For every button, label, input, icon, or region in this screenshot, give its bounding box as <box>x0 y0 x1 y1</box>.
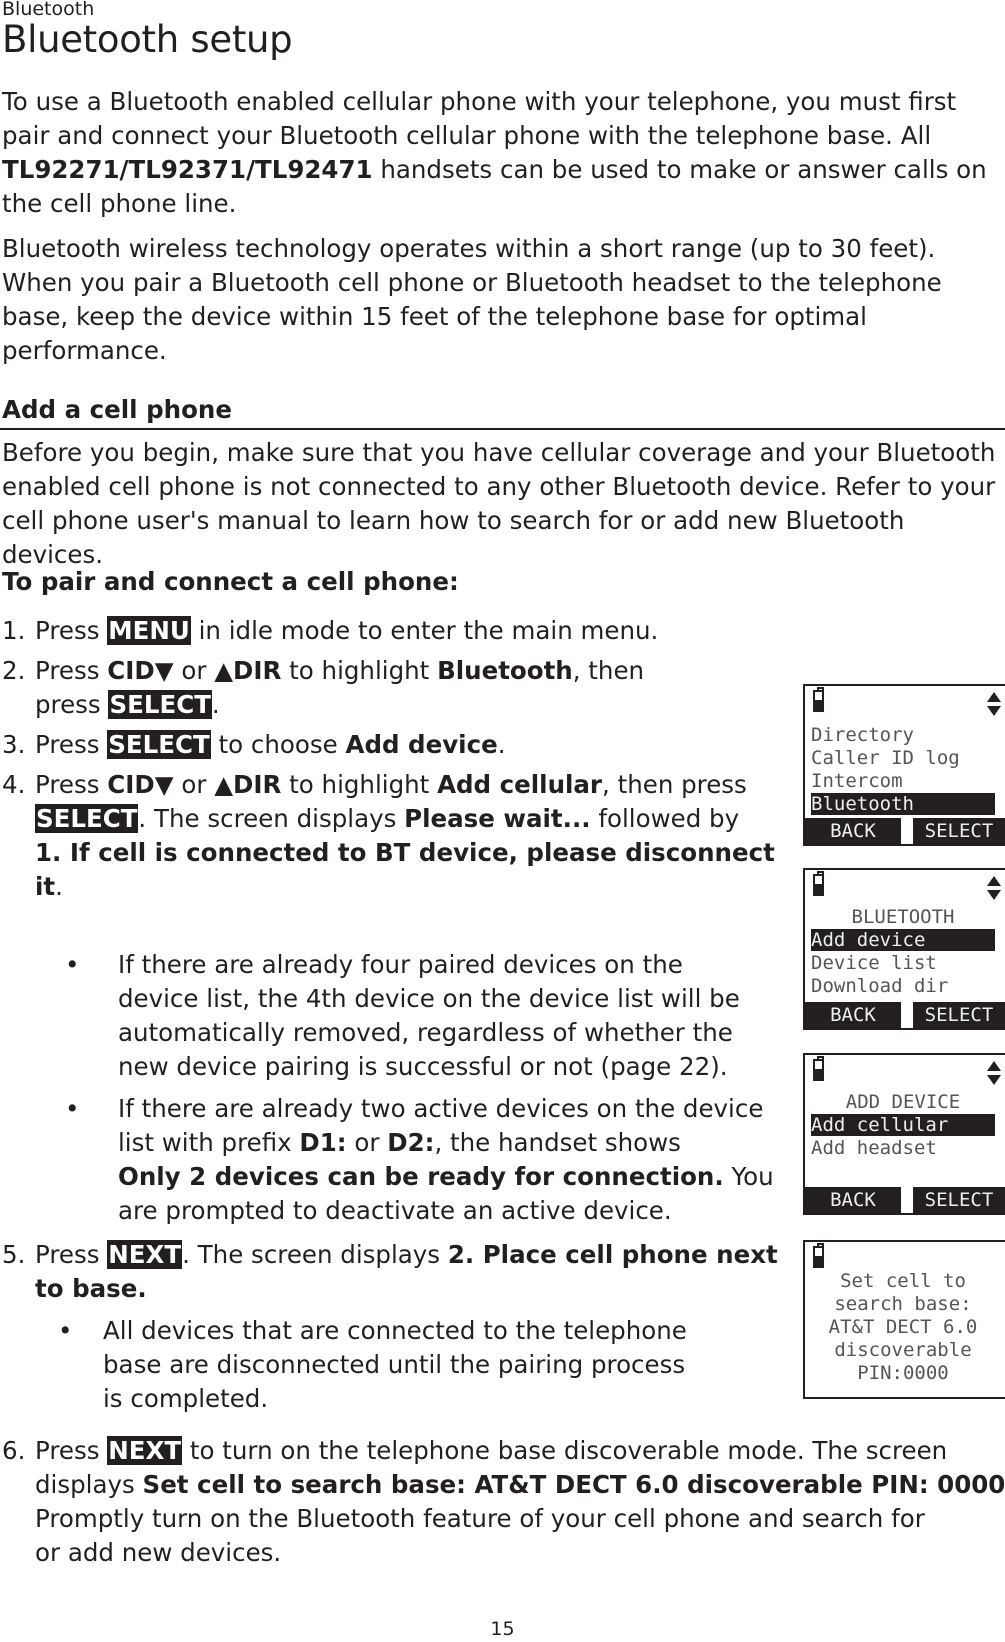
intro-paragraph-1: To use a Bluetooth enabled cellular phon… <box>2 87 987 218</box>
menu-item-bluetooth-selected: Bluetooth <box>811 793 995 815</box>
softkey-back: BACK <box>805 1187 901 1213</box>
intro-paragraph-2: Bluetooth wireless technology operates w… <box>2 234 942 365</box>
next-key: NEXT <box>107 1240 183 1269</box>
scroll-arrows-icon <box>987 692 1001 716</box>
menu-item-device-list: Device list <box>811 952 937 974</box>
menu-item-directory: Directory <box>811 724 914 746</box>
menu-item-add-headset: Add headset <box>811 1137 937 1159</box>
handset-screen-main-menu: Directory Caller ID log Intercom Bluetoo… <box>803 684 1005 846</box>
menu-item-add-cellular-selected: Add cellular <box>811 1114 995 1136</box>
select-key: SELECT <box>35 804 139 833</box>
screen-text-line: search base: <box>834 1293 972 1315</box>
battery-icon <box>813 1056 824 1081</box>
menu-item-download-dir: Download dir <box>811 975 949 997</box>
menu-item-caller-id-log: Caller ID log <box>811 747 960 769</box>
section-heading: Add a cell phone <box>2 395 232 424</box>
model-numbers: TL92271/TL92371/TL92471 <box>2 155 373 184</box>
screen-title: BLUETOOTH <box>851 906 955 928</box>
softkey-select: SELECT <box>913 1002 1005 1028</box>
softkey-select: SELECT <box>913 1187 1005 1213</box>
menu-item-intercom: Intercom <box>811 770 903 792</box>
procedure-heading: To pair and connect a cell phone: <box>2 567 459 596</box>
page-title: Bluetooth setup <box>2 18 293 61</box>
handset-screen-discoverable: Set cell to search base: AT&T DECT 6.0 d… <box>803 1240 1005 1399</box>
scroll-arrows-icon <box>987 1061 1001 1085</box>
select-key: SELECT <box>108 690 212 719</box>
dir-key: ▲DIR <box>214 770 282 799</box>
scroll-arrows-icon <box>987 876 1001 900</box>
add-cell-paragraph: Before you begin, make sure that you hav… <box>2 438 996 569</box>
next-key: NEXT <box>107 1436 183 1465</box>
page-number: 15 <box>490 1618 515 1640</box>
softkey-back: BACK <box>805 818 901 844</box>
battery-icon <box>813 871 824 896</box>
screen-text-line: AT&T DECT 6.0 <box>828 1316 978 1338</box>
softkey-back: BACK <box>805 1002 901 1028</box>
screen-text-line: PIN:0000 <box>857 1362 949 1384</box>
screen-title: ADD DEVICE <box>845 1091 961 1113</box>
dir-key: ▲DIR <box>214 656 282 685</box>
select-key: SELECT <box>107 730 211 759</box>
menu-item-add-device-selected: Add device <box>811 929 995 951</box>
screen-text-line: discoverable <box>834 1339 972 1361</box>
cid-key: CID▼ <box>107 770 174 799</box>
cid-key: CID▼ <box>107 656 174 685</box>
softkey-select: SELECT <box>913 818 1005 844</box>
battery-icon <box>813 1243 824 1268</box>
handset-screen-bluetooth: BLUETOOTH Add device Device list Downloa… <box>803 868 1005 1030</box>
menu-key: MENU <box>107 616 191 645</box>
handset-screen-add-device: ADD DEVICE Add cellular Add headset BACK… <box>803 1053 1005 1215</box>
section-label: Bluetooth <box>2 0 95 20</box>
heading-rule <box>0 428 1005 430</box>
battery-icon <box>813 687 824 712</box>
screen-text-line: Set cell to <box>840 1270 966 1292</box>
